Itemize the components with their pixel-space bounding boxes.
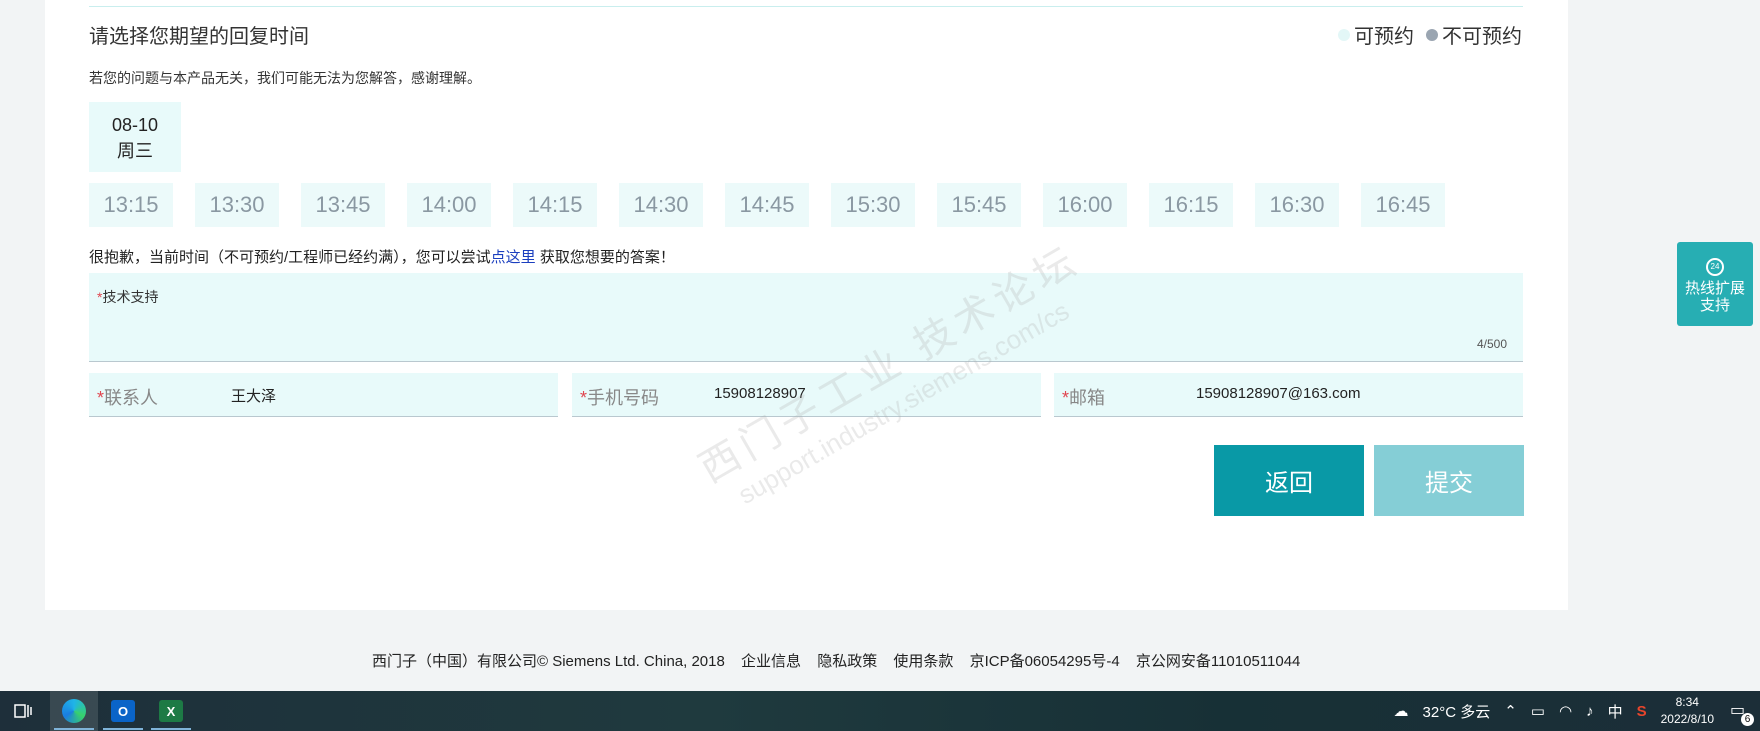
- time-slots: 13:15 13:30 13:45 14:00 14:15 14:30 14:4…: [89, 183, 1445, 227]
- hotline-support-button[interactable]: 24 热线扩展 支持: [1677, 242, 1753, 326]
- time-slot[interactable]: 15:45: [937, 183, 1021, 227]
- time-slot[interactable]: 16:45: [1361, 183, 1445, 227]
- footer-link-terms[interactable]: 使用条款: [893, 653, 953, 670]
- phone-label: 手机号码: [587, 388, 660, 408]
- wifi-icon[interactable]: ◠: [1559, 702, 1572, 720]
- legend-unavailable: 不可预约: [1426, 20, 1522, 49]
- task-view-icon[interactable]: [8, 697, 38, 725]
- notification-icon[interactable]: ▭ 6: [1730, 700, 1754, 726]
- footer-link-company[interactable]: 企业信息: [741, 653, 801, 670]
- footer-link-police[interactable]: 京公网安备11010511044: [1136, 653, 1301, 670]
- time-slot[interactable]: 16:00: [1043, 183, 1127, 227]
- footer-link-icp[interactable]: 京ICP备06054295号-4: [970, 653, 1120, 670]
- contact-label: 联系人: [104, 388, 159, 408]
- support-textarea[interactable]: *技术支持 4/500: [89, 273, 1523, 362]
- sogou-icon[interactable]: S: [1637, 703, 1647, 720]
- copyright: 西门子（中国）有限公司© Siemens Ltd. China, 2018: [372, 653, 725, 670]
- chevron-up-icon[interactable]: ⌃: [1504, 702, 1517, 720]
- time-slot[interactable]: 13:45: [301, 183, 385, 227]
- weather-cloud-icon[interactable]: ☁: [1394, 702, 1409, 720]
- phone-field[interactable]: *手机号码 15908128907: [572, 373, 1041, 417]
- time-slot[interactable]: 14:15: [513, 183, 597, 227]
- time-slot[interactable]: 13:30: [195, 183, 279, 227]
- time-slot[interactable]: 14:00: [407, 183, 491, 227]
- time-slot[interactable]: 16:30: [1255, 183, 1339, 227]
- date-weekday: 周三: [117, 141, 153, 161]
- contact-value: 王大泽: [231, 388, 277, 405]
- click-here-link[interactable]: 点这里: [491, 249, 536, 266]
- taskbar: O X ☁ 32°C 多云 ⌃ ▭ ◠ ♪ 中 S 8:34 2022/8/10…: [0, 691, 1760, 731]
- time-slot[interactable]: 15:30: [831, 183, 915, 227]
- topic-label: 技术支持: [102, 289, 159, 305]
- unavailable-message: 很抱歉，当前时间（不可预约/工程师已经约满），您可以尝试点这里 获取您想要的答案…: [89, 249, 675, 266]
- availability-legend: 可预约 不可预约: [1332, 20, 1522, 49]
- char-counter: 4/500: [1476, 337, 1507, 351]
- time-slot[interactable]: 16:15: [1149, 183, 1233, 227]
- outlook-icon[interactable]: O: [108, 697, 138, 725]
- date-chip[interactable]: 08-10 周三: [89, 102, 181, 172]
- ime-indicator[interactable]: 中: [1608, 701, 1623, 722]
- time-slot[interactable]: 14:45: [725, 183, 809, 227]
- clock-24-icon: 24: [1706, 258, 1724, 276]
- phone-value: 15908128907: [714, 385, 806, 402]
- system-clock[interactable]: 8:34 2022/8/10: [1661, 694, 1714, 728]
- footer: 西门子（中国）有限公司© Siemens Ltd. China, 2018 企业…: [0, 620, 1760, 690]
- time-slot[interactable]: 14:30: [619, 183, 703, 227]
- unavailable-dot-icon: [1426, 28, 1438, 41]
- system-tray: ☁ 32°C 多云 ⌃ ▭ ◠ ♪ 中 S 8:34 2022/8/10 ▭ 6: [1394, 691, 1760, 731]
- excel-icon[interactable]: X: [156, 697, 186, 725]
- contact-field[interactable]: *联系人 王大泽: [89, 373, 558, 417]
- notice-text: 若您的问题与本产品无关，我们可能无法为您解答，感谢理解。: [89, 70, 481, 86]
- email-value: 15908128907@163.com: [1196, 385, 1361, 402]
- footer-link-privacy[interactable]: 隐私政策: [817, 653, 877, 670]
- divider: [89, 6, 1523, 7]
- volume-icon[interactable]: ♪: [1586, 703, 1594, 720]
- submit-button[interactable]: 提交: [1374, 445, 1524, 516]
- weather-text[interactable]: 32°C 多云: [1423, 701, 1491, 722]
- legend-available: 可预约: [1338, 20, 1414, 49]
- email-field[interactable]: *邮箱 15908128907@163.com: [1054, 373, 1523, 417]
- time-slot[interactable]: 13:15: [89, 183, 173, 227]
- battery-icon[interactable]: ▭: [1531, 702, 1545, 720]
- edge-icon[interactable]: [59, 697, 89, 725]
- date-day: 08-10: [111, 115, 159, 135]
- email-label: 邮箱: [1069, 388, 1106, 408]
- section-title: 请选择您期望的回复时间: [89, 26, 309, 48]
- back-button[interactable]: 返回: [1214, 445, 1364, 516]
- available-dot-icon: [1338, 28, 1350, 41]
